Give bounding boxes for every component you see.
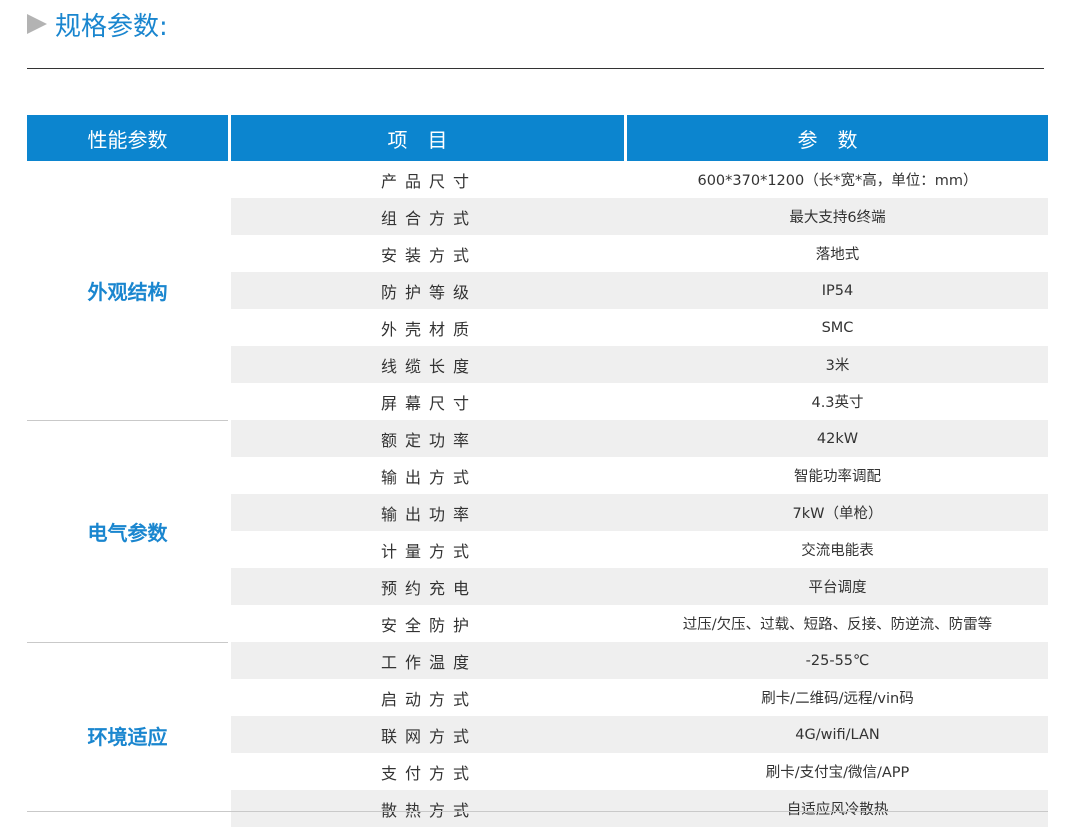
table-row: 预约充电 平台调度 xyxy=(231,568,1048,605)
param-value: SMC xyxy=(821,319,854,336)
table-row: 支付方式 刷卡/支付宝/微信/APP xyxy=(231,753,1048,790)
table-row: 散热方式 自适应风冷散热 xyxy=(231,790,1048,827)
param-value: 落地式 xyxy=(815,247,860,263)
param-value: 自适应风冷散热 xyxy=(786,802,889,818)
param-value: 7kW（单枪） xyxy=(792,506,883,522)
table-row: 启动方式 刷卡/二维码/远程/vin码 xyxy=(231,679,1048,716)
item-label: 外壳材质 xyxy=(380,319,477,339)
table-row: 外壳材质 SMC xyxy=(231,309,1048,346)
param-value: 平台调度 xyxy=(808,580,867,596)
table-row: 产品尺寸 600*370*1200（长*宽*高，单位：mm） xyxy=(231,161,1048,198)
param-value: 4G/wifi/LAN xyxy=(795,726,880,743)
section-heading: 规格参数: xyxy=(27,6,168,42)
table-row: 安全防护 过压/欠压、过载、短路、反接、防逆流、防雷等 xyxy=(231,605,1048,642)
table-row: 计量方式 交流电能表 xyxy=(231,531,1048,568)
category-label: 环境适应 xyxy=(27,642,228,827)
param-value: 智能功率调配 xyxy=(794,469,881,485)
table-row: 防护等级 IP54 xyxy=(231,272,1048,309)
spec-table: 性能参数 项目 参数 外观结构电气参数 环境适应 产品尺寸 600*370*1200… xyxy=(27,115,1048,827)
param-value: 交流电能表 xyxy=(801,543,874,559)
header-item: 项目 xyxy=(231,115,624,161)
category-label: 电气参数 xyxy=(27,420,228,642)
item-label: 安全防护 xyxy=(380,615,477,635)
item-label: 组合方式 xyxy=(380,208,477,228)
item-label: 预约充电 xyxy=(380,578,477,598)
param-value: 最大支持6终端 xyxy=(789,210,886,226)
item-label: 防护等级 xyxy=(380,282,477,302)
item-label: 输出功率 xyxy=(380,504,477,524)
table-bottom-rule xyxy=(27,811,1048,812)
table-row: 线缆长度 3米 xyxy=(231,346,1048,383)
item-label: 启动方式 xyxy=(380,689,477,709)
param-value: 过压/欠压、过载、短路、反接、防逆流、防雷等 xyxy=(682,617,993,633)
triangle-right-icon xyxy=(27,14,47,34)
table-row: 组合方式 最大支持6终端 xyxy=(231,198,1048,235)
header-param: 参数 xyxy=(627,115,1048,161)
table-row: 输出方式 智能功率调配 xyxy=(231,457,1048,494)
header-category: 性能参数 xyxy=(27,115,228,161)
item-label: 散热方式 xyxy=(380,800,477,820)
table-row: 输出功率 7kW（单枪） xyxy=(231,494,1048,531)
category-label: 外观结构 xyxy=(87,280,168,304)
item-label: 计量方式 xyxy=(380,541,477,561)
item-label: 线缆长度 xyxy=(380,356,477,376)
param-value: 3米 xyxy=(825,358,850,374)
category-column: 外观结构电气参数 环境适应 xyxy=(27,161,228,827)
table-body: 外观结构电气参数 环境适应 产品尺寸 600*370*1200（长*宽*高，单位：m… xyxy=(27,161,1048,827)
param-value: 刷卡/支付宝/微信/APP xyxy=(765,765,910,781)
param-value: -25-55℃ xyxy=(805,652,870,669)
item-label: 额定功率 xyxy=(380,430,477,450)
param-value: 42kW xyxy=(816,430,859,447)
item-label: 产品尺寸 xyxy=(380,171,477,191)
rows-column: 产品尺寸 600*370*1200（长*宽*高，单位：mm） 组合方式 最大支持6终端… xyxy=(231,161,1048,827)
table-row: 屏幕尺寸 4.3英寸 xyxy=(231,383,1048,420)
item-label: 屏幕尺寸 xyxy=(380,393,477,413)
param-value: 刷卡/二维码/远程/vin码 xyxy=(761,691,914,707)
table-row: 工作温度 -25-55℃ xyxy=(231,642,1048,679)
item-label: 输出方式 xyxy=(380,467,477,487)
item-label: 支付方式 xyxy=(380,763,477,783)
item-label: 工作温度 xyxy=(380,652,477,672)
table-row: 联网方式 4G/wifi/LAN xyxy=(231,716,1048,753)
section-title: 规格参数: xyxy=(55,11,168,42)
item-label: 联网方式 xyxy=(380,726,477,746)
divider xyxy=(27,68,1044,69)
table-row: 额定功率 42kW xyxy=(231,420,1048,457)
table-header: 性能参数 项目 参数 xyxy=(27,115,1048,161)
param-value: 600*370*1200（长*宽*高，单位：mm） xyxy=(697,173,978,189)
table-row: 安装方式 落地式 xyxy=(231,235,1048,272)
param-value: IP54 xyxy=(821,282,854,299)
item-label: 安装方式 xyxy=(380,245,477,265)
param-value: 4.3英寸 xyxy=(811,395,864,411)
